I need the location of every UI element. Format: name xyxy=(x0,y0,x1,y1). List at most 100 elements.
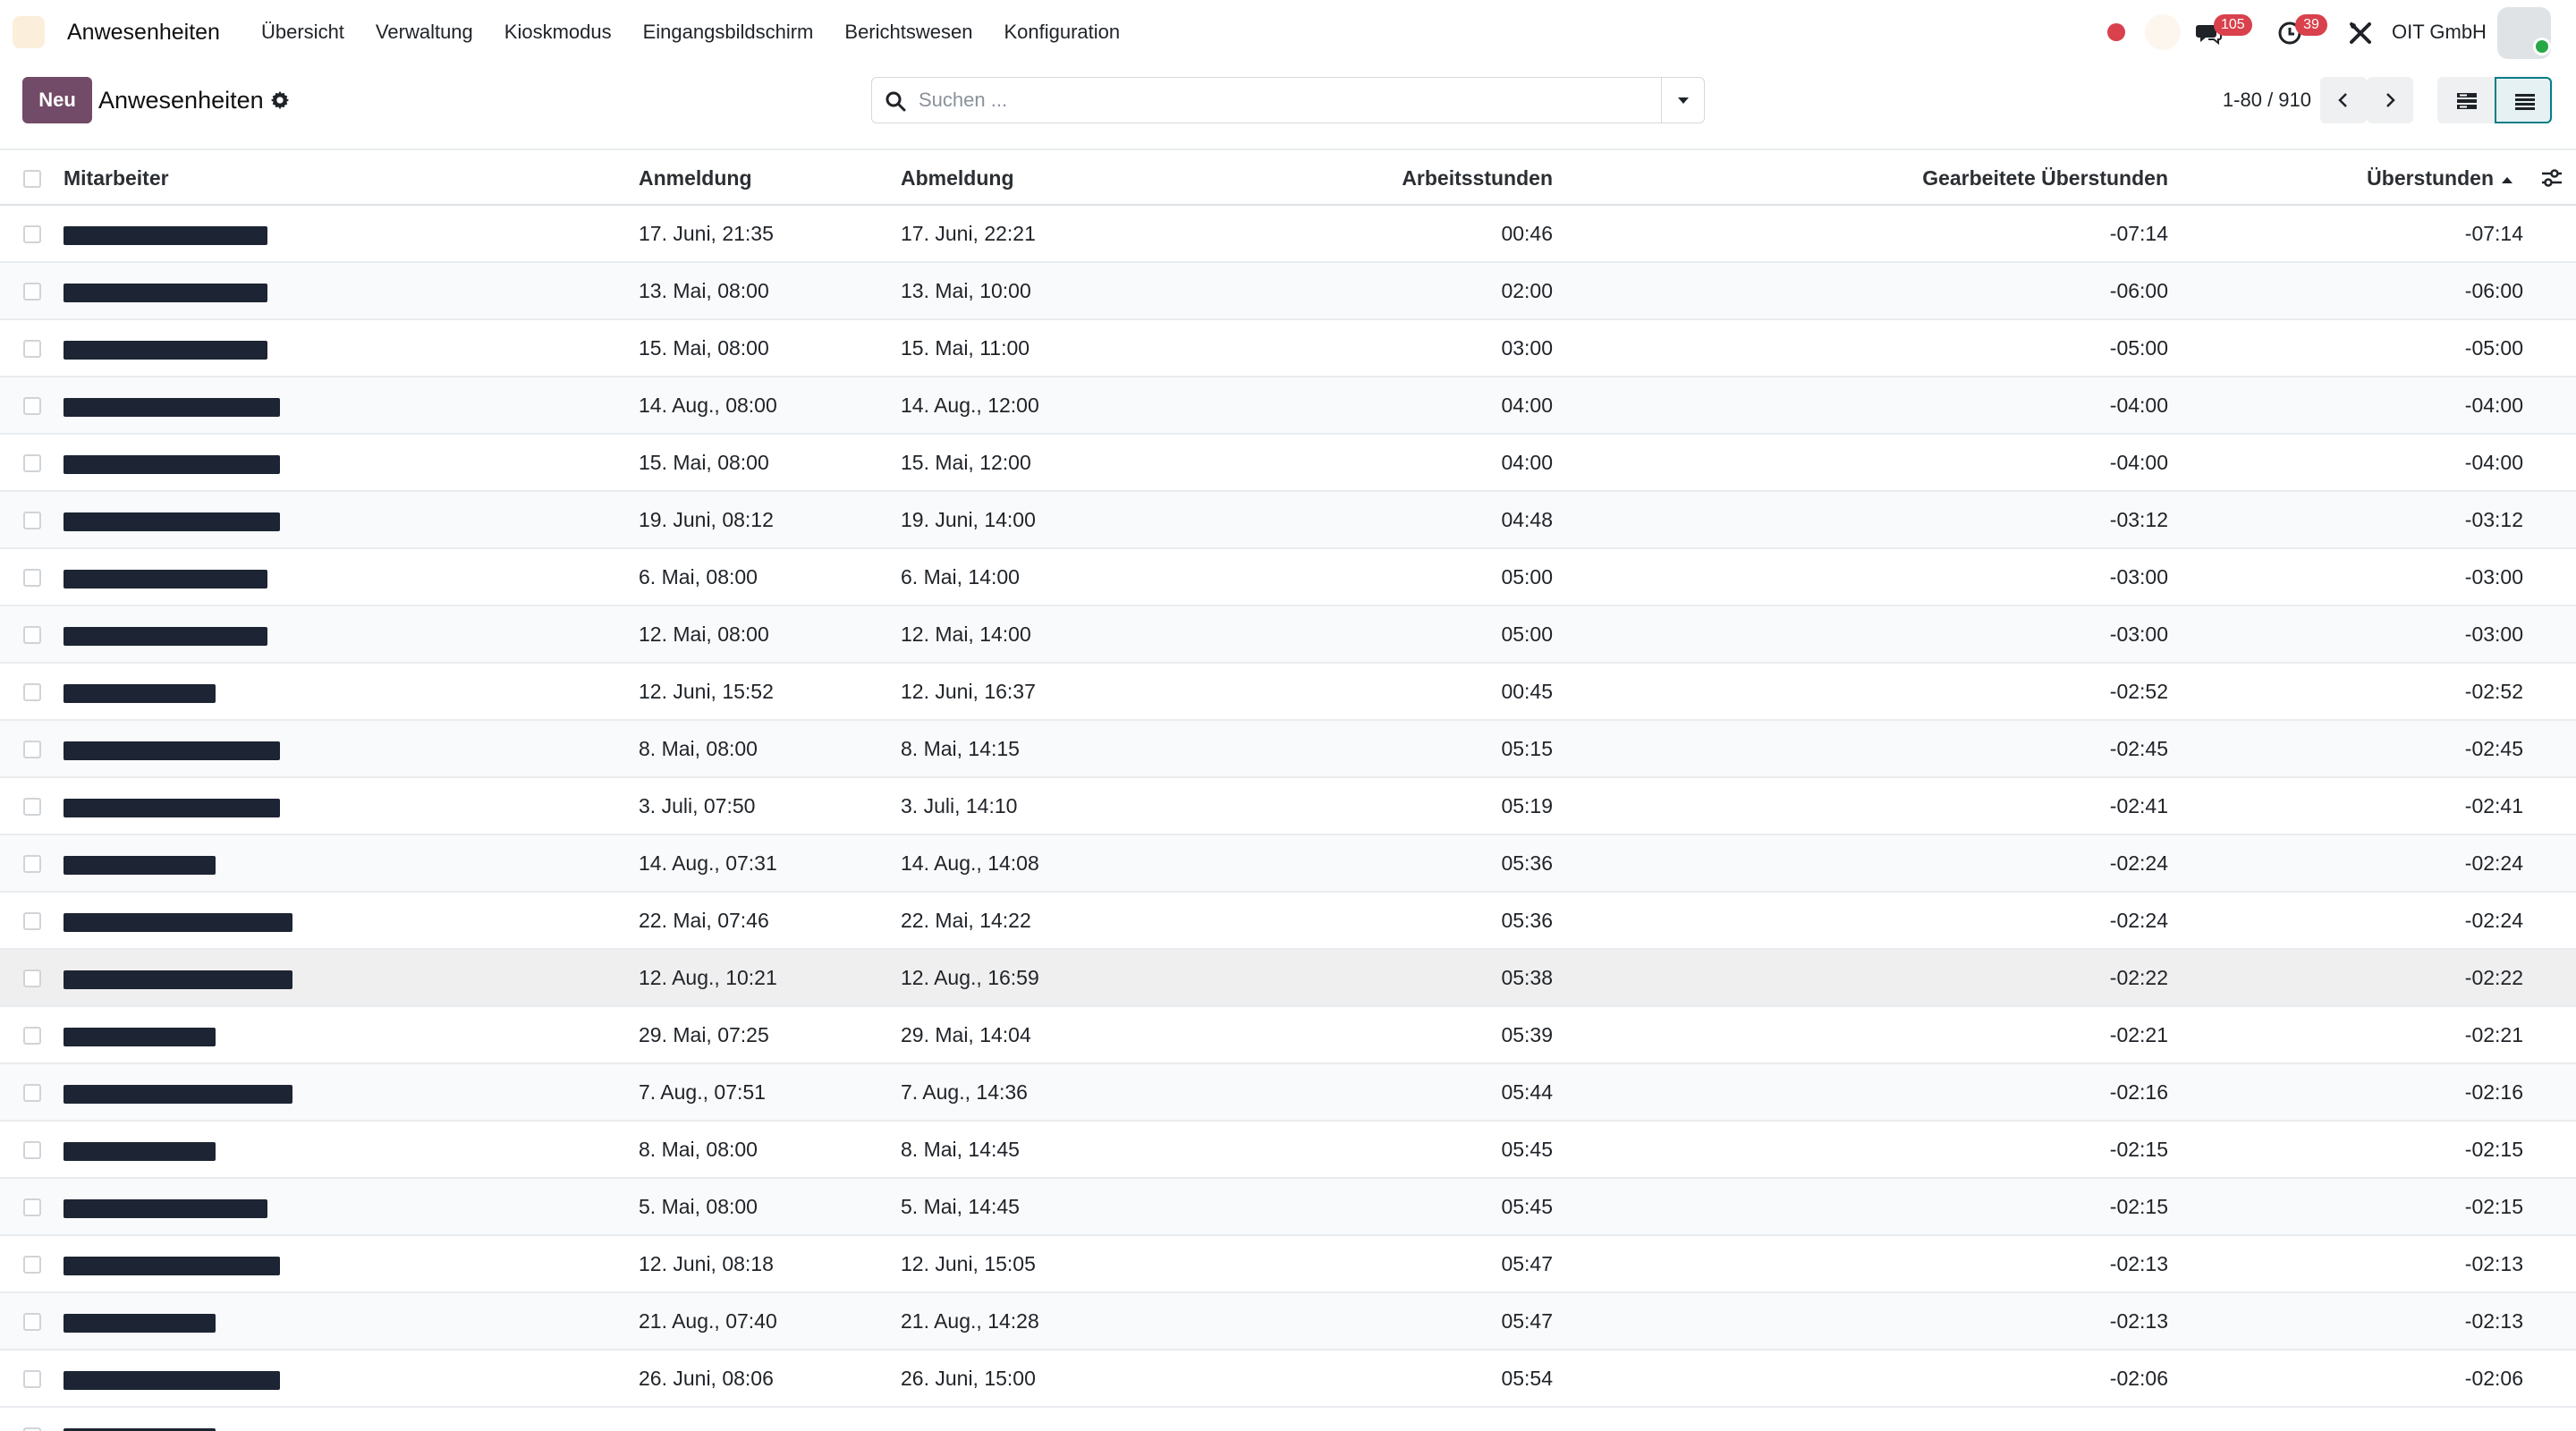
row-checkbox[interactable] xyxy=(23,569,41,587)
employee-name-redacted xyxy=(64,799,280,817)
row-checkbox[interactable] xyxy=(23,626,41,644)
row-checkbox[interactable] xyxy=(23,454,41,472)
overtime-cell: -04:00 xyxy=(2464,394,2523,417)
table-row[interactable]: 12. Juni, 08:18 12. Juni, 15:05 05:47 -02:1… xyxy=(0,1236,2576,1293)
new-button[interactable]: Neu xyxy=(22,77,92,123)
column-header-check-in[interactable]: Anmeldung xyxy=(639,150,752,206)
table-row[interactable]: 29. Mai, 07:25 29. Mai, 14:04 05:39 -02:21 -… xyxy=(0,1007,2576,1064)
row-checkbox[interactable] xyxy=(23,912,41,930)
pager-next-button[interactable] xyxy=(2367,77,2413,123)
table-row[interactable]: 5. Mai, 08:00 5. Mai, 14:45 05:45 -02:15 -02… xyxy=(0,1179,2576,1236)
gear-icon[interactable] xyxy=(270,90,290,110)
overtime-cell: -02:21 xyxy=(2464,1023,2523,1046)
table-row[interactable]: 8. Mai, 08:00 8. Mai, 14:15 05:15 -02:45 -02… xyxy=(0,721,2576,778)
column-header-worked-hours[interactable]: Arbeitsstunden xyxy=(1402,150,1553,206)
row-checkbox[interactable] xyxy=(23,970,41,987)
menu-item-overview[interactable]: Übersicht xyxy=(261,0,344,64)
row-checkbox[interactable] xyxy=(23,798,41,816)
company-switcher[interactable]: OIT GmbH xyxy=(2392,0,2487,64)
table-row[interactable]: 19. Juni, 08:12 19. Juni, 14:00 04:48 -03:1… xyxy=(0,492,2576,549)
view-list-button[interactable] xyxy=(2495,77,2552,123)
table-row[interactable]: 3. Juli, 07:50 3. Juli, 14:10 05:19 -02:41 -… xyxy=(0,778,2576,835)
table-row[interactable]: 12. Mai, 08:00 12. Mai, 14:00 05:00 -03:00 -… xyxy=(0,606,2576,664)
recording-indicator[interactable] xyxy=(2107,23,2125,41)
employee-name-redacted xyxy=(64,970,292,989)
menu-item-entry-screen[interactable]: Eingangsbildschirm xyxy=(643,0,814,64)
row-checkbox[interactable] xyxy=(23,283,41,301)
app-logo[interactable] xyxy=(13,16,45,48)
worked-hours-cell: 05:45 xyxy=(1501,1138,1553,1161)
chevron-right-icon xyxy=(2386,93,2395,107)
overtime-cell: -02:24 xyxy=(2464,851,2523,875)
worked-overtime-cell: -02:52 xyxy=(2109,680,2168,703)
activities-badge: 39 xyxy=(2295,14,2327,36)
table-row[interactable]: 15. Mai, 08:00 15. Mai, 12:00 04:00 -04:00 -… xyxy=(0,435,2576,492)
row-checkbox[interactable] xyxy=(23,1256,41,1274)
view-activity-button[interactable] xyxy=(2437,77,2495,123)
table-row[interactable]: 7. Aug., 07:51 7. Aug., 14:36 05:44 -02:16 -… xyxy=(0,1064,2576,1122)
app-title[interactable]: Anwesenheiten xyxy=(67,0,220,64)
overtime-cell: -03:00 xyxy=(2464,622,2523,646)
systray-placeholder-icon[interactable] xyxy=(2145,14,2181,50)
row-checkbox[interactable] xyxy=(23,1084,41,1102)
check-out-cell: 7. Aug., 14:36 xyxy=(901,1080,1028,1104)
search-icon xyxy=(886,91,906,112)
row-checkbox[interactable] xyxy=(23,340,41,358)
check-in-cell: 5. Mai, 08:00 xyxy=(639,1195,758,1218)
search-input[interactable] xyxy=(919,78,1634,123)
pager-previous-button[interactable] xyxy=(2320,77,2367,123)
row-checkbox[interactable] xyxy=(23,1313,41,1331)
check-out-cell: 8. Mai, 14:45 xyxy=(901,1138,1020,1161)
menu-item-reporting[interactable]: Berichtswesen xyxy=(844,0,972,64)
row-checkbox[interactable] xyxy=(23,1427,41,1431)
select-all-checkbox[interactable] xyxy=(23,170,41,188)
search-options-toggle[interactable] xyxy=(1661,78,1704,123)
table-row[interactable]: 6. Mai, 08:00 6. Mai, 14:00 05:00 -03:00 -03… xyxy=(0,549,2576,606)
table-row[interactable]: 12. Juni, 15:52 12. Juni, 16:37 00:45 -02:5… xyxy=(0,664,2576,721)
row-checkbox[interactable] xyxy=(23,512,41,529)
worked-hours-cell: 00:46 xyxy=(1501,222,1553,245)
table-row[interactable]: 17. Juni, 21:35 17. Juni, 22:21 00:46 -07:1… xyxy=(0,206,2576,263)
row-checkbox[interactable] xyxy=(23,225,41,243)
worked-overtime-cell: -03:00 xyxy=(2109,565,2168,588)
table-row[interactable]: 21. Aug., 07:40 21. Aug., 14:28 05:47 -02:1… xyxy=(0,1293,2576,1351)
table-row[interactable]: 22. Mai, 07:46 22. Mai, 14:22 05:36 -02:24 -… xyxy=(0,893,2576,950)
table-row[interactable]: 26. Juni, 08:06 26. Juni, 15:00 05:54 -02:0… xyxy=(0,1351,2576,1408)
worked-hours-cell: 05:54 xyxy=(1501,1367,1553,1390)
row-checkbox[interactable] xyxy=(23,683,41,701)
employee-name-redacted xyxy=(64,1085,292,1104)
column-header-check-out[interactable]: Abmeldung xyxy=(901,150,1014,206)
row-checkbox[interactable] xyxy=(23,1141,41,1159)
row-checkbox[interactable] xyxy=(23,741,41,758)
menu-item-configuration[interactable]: Konfiguration xyxy=(1004,0,1120,64)
optional-columns-icon[interactable] xyxy=(2540,166,2563,190)
table-row[interactable]: 14. Aug., 08:00 14. Aug., 12:00 04:00 -04:0… xyxy=(0,377,2576,435)
row-checkbox[interactable] xyxy=(23,397,41,415)
table-row-partial[interactable] xyxy=(0,1408,2576,1431)
worked-hours-cell: 03:00 xyxy=(1501,336,1553,360)
table-row[interactable]: 14. Aug., 07:31 14. Aug., 14:08 05:36 -02:2… xyxy=(0,835,2576,893)
pager-value[interactable]: 1-80 / 910 xyxy=(2200,77,2311,123)
check-out-cell: 19. Juni, 14:00 xyxy=(901,508,1036,531)
menu-item-kiosk[interactable]: Kioskmodus xyxy=(504,0,612,64)
check-out-cell: 14. Aug., 14:08 xyxy=(901,851,1039,875)
column-header-worked-overtime[interactable]: Gearbeitete Überstunden xyxy=(1922,150,2168,206)
debug-tools-icon[interactable] xyxy=(2349,21,2372,45)
row-checkbox[interactable] xyxy=(23,1198,41,1216)
column-header-overtime[interactable]: Überstunden xyxy=(2367,150,2513,206)
check-out-cell: 22. Mai, 14:22 xyxy=(901,909,1031,932)
row-checkbox[interactable] xyxy=(23,855,41,873)
activity-view-icon xyxy=(2457,93,2477,109)
menu-item-management[interactable]: Verwaltung xyxy=(376,0,473,64)
table-row[interactable]: 12. Aug., 10:21 12. Aug., 16:59 05:38 -02:2… xyxy=(0,950,2576,1007)
row-checkbox[interactable] xyxy=(23,1027,41,1045)
chevron-left-icon xyxy=(2338,93,2347,107)
column-header-employee[interactable]: Mitarbeiter xyxy=(64,150,169,206)
row-checkbox[interactable] xyxy=(23,1370,41,1388)
employee-name-redacted xyxy=(64,398,280,417)
worked-overtime-cell: -02:15 xyxy=(2109,1138,2168,1161)
table-row[interactable]: 13. Mai, 08:00 13. Mai, 10:00 02:00 -06:00 -… xyxy=(0,263,2576,320)
check-in-cell: 7. Aug., 07:51 xyxy=(639,1080,766,1104)
table-row[interactable]: 15. Mai, 08:00 15. Mai, 11:00 03:00 -05:00 -… xyxy=(0,320,2576,377)
table-row[interactable]: 8. Mai, 08:00 8. Mai, 14:45 05:45 -02:15 -02… xyxy=(0,1122,2576,1179)
